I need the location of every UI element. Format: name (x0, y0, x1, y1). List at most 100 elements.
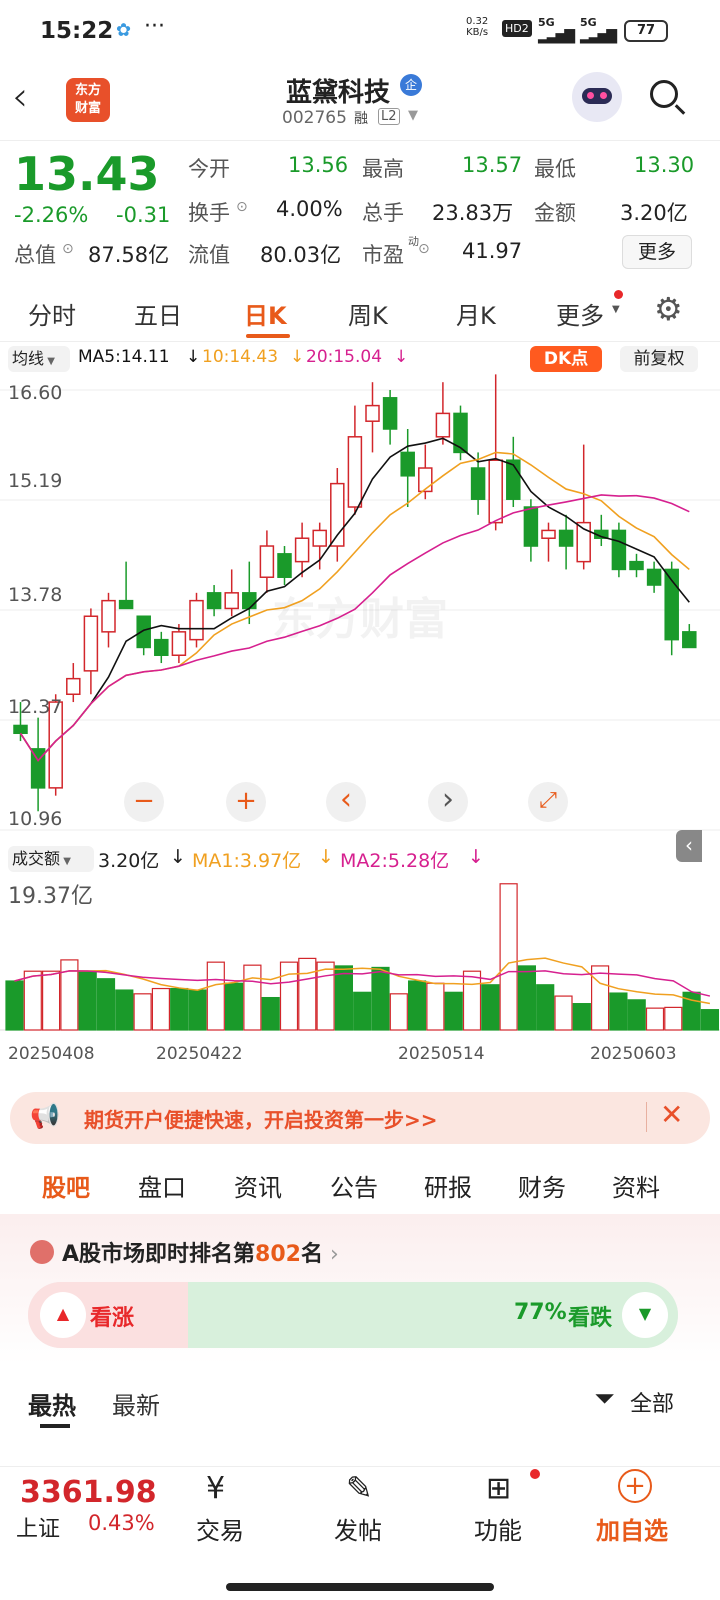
tab-forum[interactable]: 股吧 (42, 1168, 90, 1203)
more-button[interactable]: 更多 (622, 235, 692, 269)
kline-chart[interactable]: 均线 ▼ MA5:14.11 ↓ 10:14.43 ↓ 20:15.04 ↓ D… (0, 344, 720, 844)
volume-bar (151, 987, 170, 1031)
caret-icon: ▼ (612, 304, 620, 315)
volume-bar (316, 961, 335, 1031)
mktcap-value: 87.58亿 (88, 243, 170, 267)
fullscreen-button[interactable]: ⤢ (528, 782, 568, 822)
mktcap-label: 总值 (14, 243, 56, 267)
rank-icon (30, 1240, 54, 1264)
volume-bar (572, 1003, 591, 1031)
ma-selector[interactable]: 均线 ▼ (8, 346, 70, 372)
filter-all[interactable]: 全部 (630, 1386, 674, 1418)
tab-weekly-k[interactable]: 周K (348, 296, 388, 331)
yuan-icon: ¥ (206, 1471, 226, 1506)
candle-body (488, 459, 503, 524)
filter-icon[interactable]: ⏷ (594, 1384, 615, 1415)
tab-hot[interactable]: 最热 (28, 1386, 76, 1421)
volume-bar (41, 970, 61, 1031)
tab-5day[interactable]: 五日 (134, 296, 182, 331)
tab-timeshare[interactable]: 分时 (28, 296, 76, 331)
enterprise-badge-icon: 企 (400, 74, 422, 96)
info-icon[interactable]: ⊙ (62, 241, 74, 257)
candle-body (312, 529, 327, 547)
turnover-value: 4.00% (276, 197, 343, 221)
index-name: 上证 (16, 1517, 61, 1542)
info-icon[interactable]: ⊙ (236, 199, 248, 215)
signal-1-icon: ▂▃▅▇ (538, 28, 575, 44)
bull-label: 看涨 (90, 1306, 135, 1331)
candle-body (294, 537, 310, 563)
volume-bar (462, 970, 482, 1031)
float-label: 流值 (188, 243, 230, 267)
volume-bar (298, 957, 317, 1031)
add-watchlist-button[interactable]: 加自选 (596, 1511, 668, 1546)
forum-section: A股市场即时排名第802名 › ▲ 看涨 77% 看跌 ▼ 最热 最新 ⏷ 全部 (0, 1214, 720, 1464)
divider (646, 1102, 647, 1132)
tab-finance[interactable]: 财务 (518, 1168, 566, 1203)
robot-avatar[interactable] (572, 72, 622, 122)
tab-orderbook[interactable]: 盘口 (138, 1168, 186, 1203)
level2-tag[interactable]: L2 (378, 108, 400, 125)
bull-button[interactable]: ▲ (40, 1292, 86, 1338)
search-icon[interactable] (648, 78, 686, 115)
candle-body (435, 412, 451, 438)
index-value[interactable]: 3361.98 (20, 1475, 157, 1510)
tab-research[interactable]: 研报 (424, 1168, 472, 1203)
change-percent: -2.26% (14, 203, 89, 227)
volume-bar (334, 965, 353, 1031)
candle-body (101, 599, 116, 633)
zoom-in-button[interactable]: + (226, 782, 266, 822)
active-tab-indicator (246, 334, 290, 338)
volume-label: 总手 (362, 201, 404, 225)
candle-body (541, 529, 556, 539)
collapse-panel-button[interactable]: ‹ (676, 830, 702, 862)
turnover-label: 换手 (188, 201, 230, 225)
back-icon[interactable]: ‹ (12, 74, 28, 120)
info-icon[interactable]: ⊙ (418, 241, 430, 257)
promo-text: 期货开户便捷快速，开启投资第一步>> (84, 1108, 438, 1132)
tab-profile[interactable]: 资料 (612, 1168, 660, 1203)
dk-point-button[interactable]: DK点 (530, 346, 602, 372)
promo-banner[interactable]: 📢 期货开户便捷快速，开启投资第一步>> ✕ (10, 1092, 710, 1144)
bear-button[interactable]: ▼ (622, 1292, 668, 1338)
post-button[interactable]: 发帖 (334, 1511, 382, 1546)
tab-announcements[interactable]: 公告 (330, 1168, 378, 1203)
function-button[interactable]: 功能 (474, 1511, 522, 1546)
volume-bar (261, 996, 280, 1031)
eastmoney-logo[interactable]: 东方 财富 (66, 78, 110, 122)
dropdown-icon[interactable]: ▼ (408, 108, 418, 123)
candle-body (242, 592, 257, 610)
market-rank[interactable]: A股市场即时排名第802名 › (62, 1236, 339, 1268)
volume-bar (627, 999, 646, 1031)
zoom-out-button[interactable]: − (124, 782, 164, 822)
candle-body (629, 560, 644, 571)
volume-bar (78, 971, 97, 1031)
volume-bar (5, 980, 24, 1031)
tab-news[interactable]: 资讯 (234, 1168, 282, 1203)
y-tick-2: 13.78 (8, 584, 63, 606)
quote-panel: 13.43 -2.26% -0.31 今开 13.56 最高 13.57 最低 … (0, 140, 720, 280)
scroll-left-button[interactable]: ‹ (326, 782, 366, 822)
battery-level: 77 (636, 23, 656, 38)
high-value: 13.57 (462, 153, 523, 177)
ma5-readout: MA5:14.11 (78, 347, 170, 367)
tab-monthly-k[interactable]: 月K (456, 296, 496, 331)
last-price: 13.43 (14, 147, 160, 201)
hot-indicator (40, 1424, 70, 1428)
info-tabs: 股吧 盘口 资讯 公告 研报 财务 资料 (0, 1156, 720, 1212)
bottom-bar: 3361.98 上证 0.43% ¥ 交易 ✎ 发帖 ⊞ 功能 + 加自选 (0, 1466, 720, 1600)
stock-header: ‹ 东方 财富 蓝黛科技 企 002765 融 L2 ▼ (0, 64, 720, 140)
volume-value: 23.83万 (432, 201, 514, 225)
gear-icon[interactable]: ⚙ (654, 290, 683, 328)
tab-daily-k[interactable]: 日K (244, 296, 287, 331)
close-icon[interactable]: ✕ (660, 1098, 683, 1131)
trade-button[interactable]: 交易 (196, 1511, 244, 1546)
tab-more[interactable]: 更多 (556, 296, 604, 331)
scroll-right-button[interactable]: › (428, 782, 468, 822)
candle-body (453, 412, 468, 454)
pe-value: 41.97 (462, 239, 523, 263)
tab-latest[interactable]: 最新 (112, 1386, 160, 1421)
price-adjust-button[interactable]: 前复权 (620, 346, 698, 372)
amount-value: 3.20亿 (620, 201, 688, 225)
edit-icon: ✎ (346, 1469, 373, 1507)
